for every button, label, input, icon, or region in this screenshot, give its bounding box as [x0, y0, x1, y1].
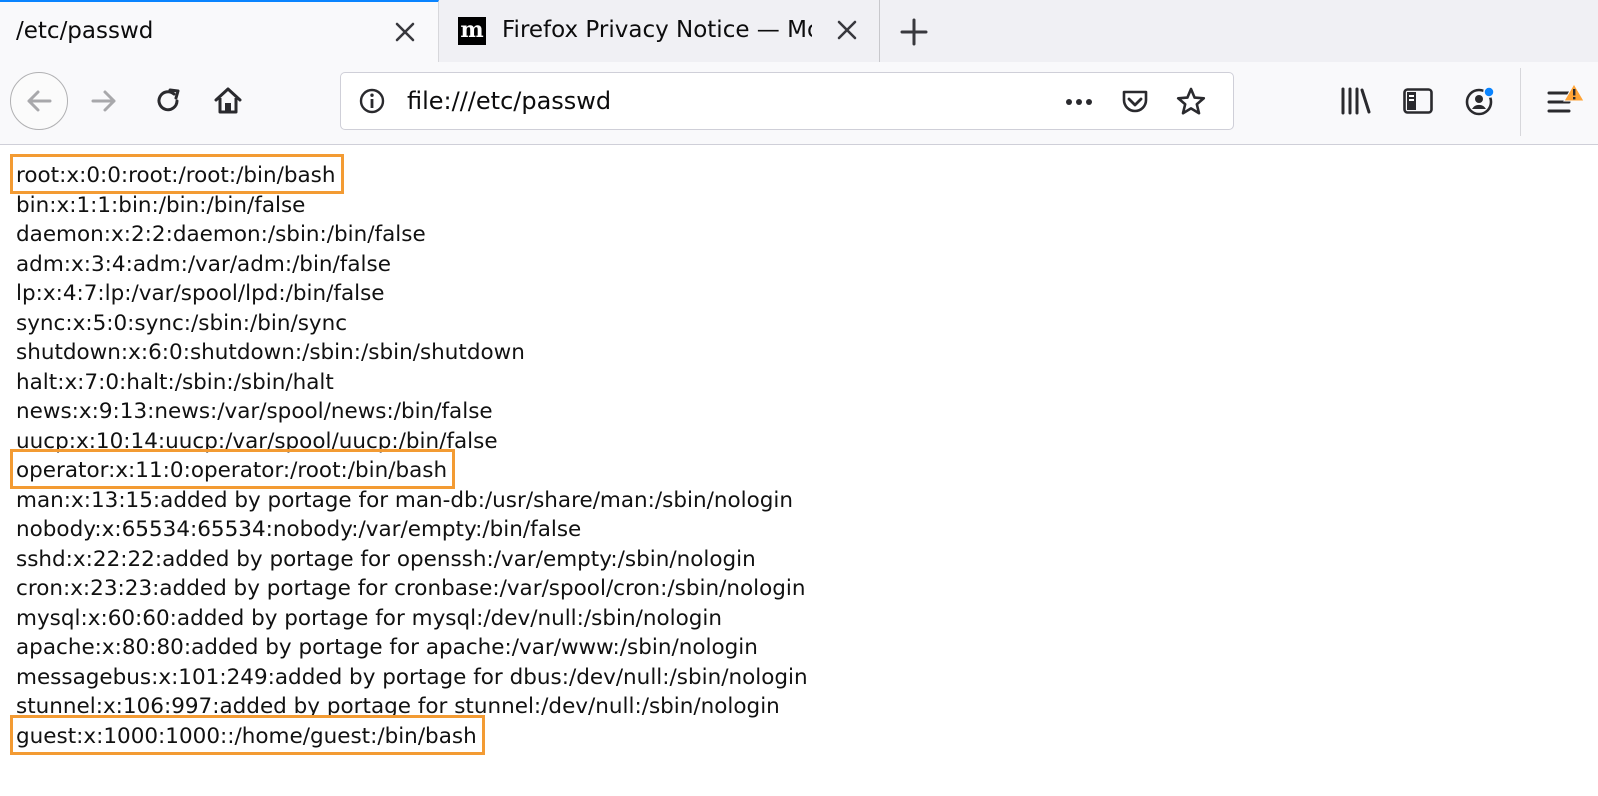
- tab-title: Firefox Privacy Notice — Mozilla: [502, 17, 812, 43]
- hamburger-menu-icon: [1547, 83, 1585, 113]
- passwd-line: sync:x:5:0:sync:/sbin:/bin/sync: [16, 310, 348, 336]
- passwd-line: cron:x:23:23:added by portage for cronba…: [16, 576, 806, 601]
- menu-button[interactable]: [1540, 78, 1590, 124]
- tab-title: /etc/passwd: [16, 18, 154, 44]
- star-icon[interactable]: [1173, 85, 1209, 119]
- passwd-line: nobody:x:65534:65534:nobody:/var/empty:/…: [16, 517, 582, 542]
- info-icon[interactable]: [357, 86, 387, 116]
- passwd-line: lp:x:4:7:lp:/var/spool/lpd:/bin/false: [16, 281, 385, 306]
- url-bar[interactable]: file:///etc/passwd: [340, 72, 1234, 130]
- sidebar-button[interactable]: [1398, 78, 1438, 124]
- file-content: root:x:0:0:root:/root:/bin/bash bin:x:1:1…: [16, 161, 1576, 751]
- back-arrow-icon: [27, 90, 52, 112]
- mozilla-favicon-icon: m: [458, 17, 486, 45]
- reload-icon: [157, 88, 180, 112]
- passwd-line: shutdown:x:6:0:shutdown:/sbin:/sbin/shut…: [16, 340, 525, 365]
- passwd-line: messagebus:x:101:249:added by portage fo…: [16, 664, 808, 690]
- passwd-line: apache:x:80:80:added by portage for apac…: [16, 635, 758, 660]
- passwd-line: mysql:x:60:60:added by portage for mysql…: [16, 605, 722, 631]
- reload-button[interactable]: [146, 76, 190, 126]
- home-icon: [214, 87, 242, 114]
- passwd-line: man:x:13:15:added by portage for man-db:…: [16, 487, 794, 513]
- pocket-icon[interactable]: [1117, 85, 1153, 119]
- close-icon[interactable]: [832, 15, 862, 45]
- tab-firefox-privacy-notice[interactable]: m Firefox Privacy Notice — Mozilla: [440, 0, 880, 62]
- passwd-line: news:x:9:13:news:/var/spool/news:/bin/fa…: [16, 399, 493, 424]
- account-button[interactable]: [1458, 78, 1502, 124]
- new-tab-button[interactable]: [894, 12, 934, 52]
- library-icon: [1341, 87, 1371, 115]
- passwd-line: halt:x:7:0:halt:/sbin:/sbin/halt: [16, 369, 334, 395]
- library-button[interactable]: [1336, 78, 1376, 124]
- navigation-toolbar: file:///etc/passwd: [0, 62, 1598, 145]
- account-icon: [1465, 86, 1495, 116]
- tab-etc-passwd[interactable]: /etc/passwd: [0, 0, 439, 62]
- tab-strip: /etc/passwd m Firefox Privacy Notice — M…: [0, 0, 1598, 63]
- passwd-line: bin:x:1:1:bin:/bin:/bin/false: [16, 192, 306, 218]
- highlighted-passwd-line: root:x:0:0:root:/root:/bin/bash: [16, 163, 336, 188]
- passwd-line: stunnel:x:106:997:added by portage for s…: [16, 694, 780, 719]
- plus-icon: [900, 18, 928, 46]
- passwd-line: adm:x:3:4:adm:/var/adm:/bin/false: [16, 251, 391, 277]
- highlighted-passwd-line: guest:x:1000:1000::/home/guest:/bin/bash: [16, 723, 477, 749]
- forward-button[interactable]: [82, 76, 126, 126]
- passwd-line: daemon:x:2:2:daemon:/sbin:/bin/false: [16, 222, 426, 247]
- back-button[interactable]: [10, 72, 68, 130]
- forward-arrow-icon: [91, 90, 116, 112]
- home-button[interactable]: [206, 76, 250, 126]
- sidebar-icon: [1403, 88, 1433, 114]
- ellipsis-icon[interactable]: [1059, 87, 1099, 117]
- passwd-line: uucp:x:10:14:uucp:/var/spool/uucp:/bin/f…: [16, 428, 498, 454]
- highlighted-passwd-line: operator:x:11:0:operator:/root:/bin/bash: [16, 458, 448, 483]
- url-text[interactable]: file:///etc/passwd: [407, 87, 611, 115]
- passwd-line: sshd:x:22:22:added by portage for openss…: [16, 546, 756, 572]
- toolbar-separator: [1520, 68, 1521, 136]
- close-icon[interactable]: [390, 17, 420, 47]
